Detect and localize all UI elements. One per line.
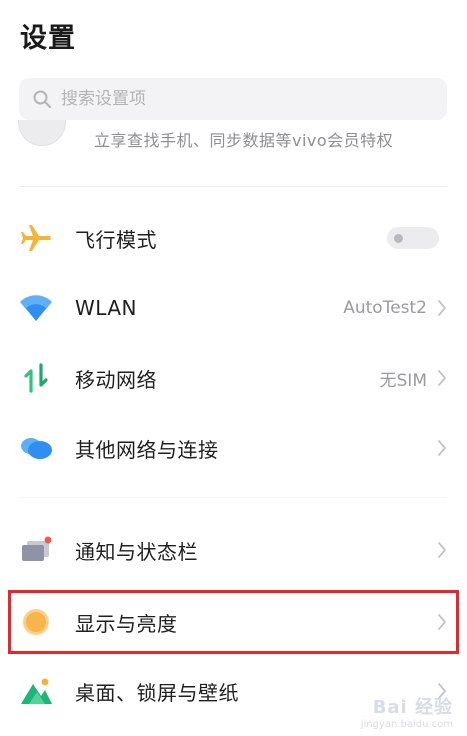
- wlan-network-name: AutoTest2: [343, 298, 427, 318]
- notification-icon: [18, 532, 54, 568]
- settings-item-label: 其他网络与连接: [75, 437, 219, 462]
- settings-item-airplane-mode[interactable]: 飞行模式: [0, 203, 467, 273]
- account-row[interactable]: 立享查找手机、同步数据等vivo会员特权: [0, 120, 467, 184]
- settings-item-label: 移动网络: [75, 367, 157, 392]
- avatar: [18, 120, 66, 146]
- highlight-box: [8, 590, 459, 654]
- section-gap: [20, 497, 447, 498]
- search-icon: [31, 88, 53, 110]
- settings-item-mobile-network[interactable]: 移动网络 无SIM: [0, 343, 467, 413]
- search-bar[interactable]: [19, 78, 447, 120]
- settings-item-notifications[interactable]: 通知与状态栏: [0, 515, 467, 585]
- chevron-right-icon: [435, 367, 449, 389]
- page-title: 设置: [20, 23, 76, 54]
- cloud-link-icon: [18, 430, 54, 466]
- chevron-right-icon: [435, 297, 449, 319]
- divider: [20, 186, 447, 187]
- chevron-right-icon: [435, 539, 449, 561]
- settings-item-label: WLAN: [75, 296, 138, 320]
- watermark: Bai 经验 jingyan.baidu.com: [361, 693, 453, 730]
- settings-item-other-networks[interactable]: 其他网络与连接: [0, 413, 467, 483]
- settings-item-label: 飞行模式: [75, 227, 157, 252]
- chevron-right-icon: [435, 437, 449, 459]
- airplane-icon: [18, 220, 54, 256]
- airplane-mode-toggle[interactable]: [387, 227, 439, 249]
- settings-item-wlan[interactable]: WLAN AutoTest2: [0, 273, 467, 343]
- search-input[interactable]: [61, 89, 401, 109]
- watermark-main: Bai 经验: [372, 697, 453, 718]
- account-subtitle: 立享查找手机、同步数据等vivo会员特权: [94, 131, 394, 150]
- sim-status: 无SIM: [379, 370, 427, 391]
- mobile-data-icon: [18, 360, 54, 396]
- wallpaper-icon: [18, 673, 54, 709]
- wifi-icon: [18, 290, 54, 326]
- toggle-knob: [394, 234, 403, 243]
- settings-item-label: 通知与状态栏: [75, 539, 198, 564]
- watermark-url: jingyan.baidu.com: [360, 719, 453, 730]
- settings-item-label: 桌面、锁屏与壁纸: [75, 680, 239, 705]
